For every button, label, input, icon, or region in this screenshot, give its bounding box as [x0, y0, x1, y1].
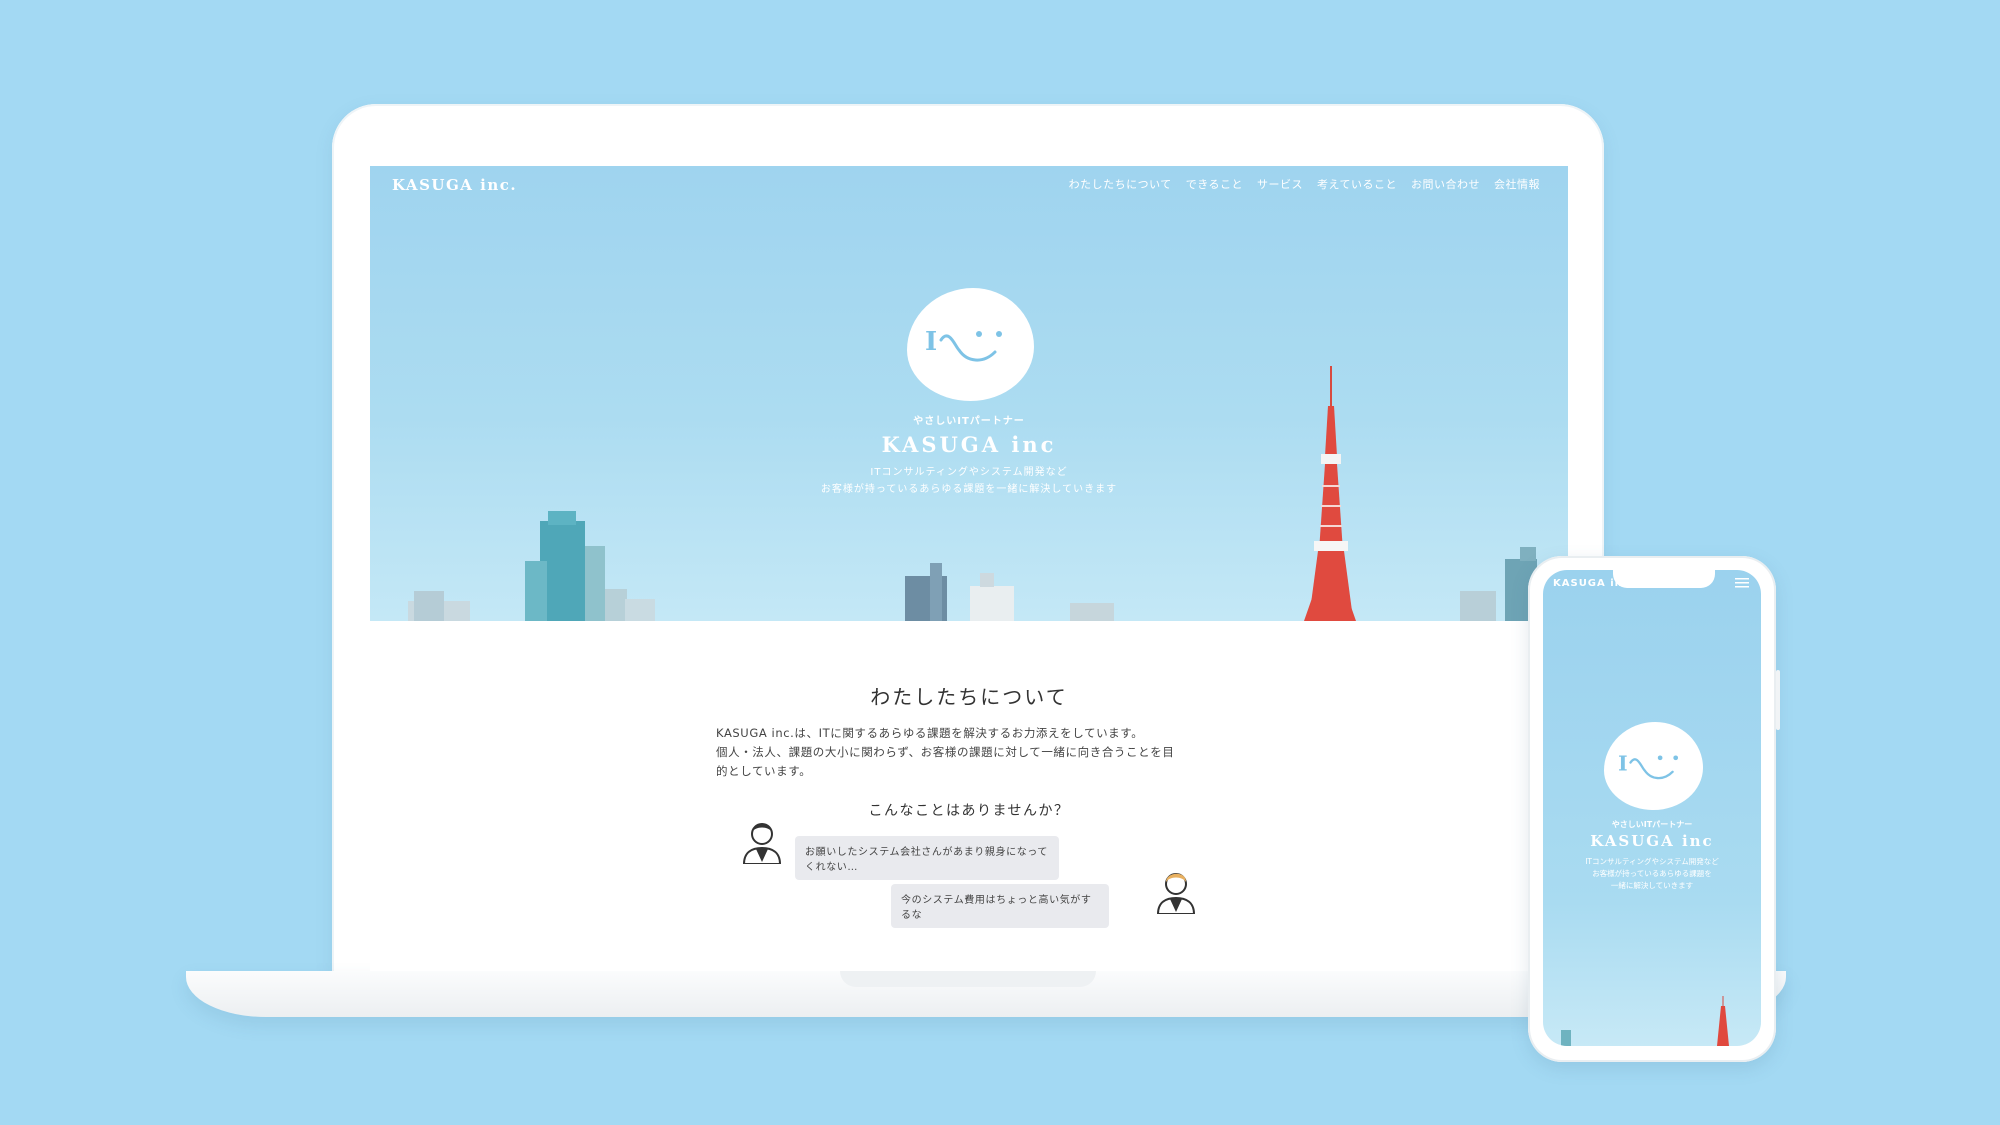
smile-logo-icon: I: [907, 288, 1034, 401]
nav-item-contact[interactable]: お問い合わせ: [1411, 176, 1480, 192]
hamburger-menu-icon[interactable]: [1735, 578, 1749, 588]
site-logo[interactable]: KASUGA inc.: [392, 176, 517, 194]
phone-description: ITコンサルティングやシステム開発など お客様が持っているあらゆる課題を 一緒に…: [1543, 856, 1761, 892]
nav-item-services[interactable]: サービス: [1257, 176, 1303, 192]
hero-description-line1: ITコンサルティングやシステム開発など: [870, 467, 1068, 478]
about-title: わたしたちについて: [870, 685, 1068, 709]
phone-skyline: [1561, 996, 1729, 1046]
hero-tagline: やさしいITパートナー: [913, 416, 1025, 427]
svg-text:I: I: [925, 327, 937, 357]
hero-description: ITコンサルティングやシステム開発など お客様が持っているあらゆる課題を一緒に解…: [370, 464, 1568, 498]
phone-company: KASUGA inc: [1590, 832, 1714, 850]
speech-bubble-2: 今のシステム費用はちょっと高い気がするな: [891, 884, 1109, 928]
phone-description-line3: 一緒に解決していきます: [1610, 881, 1694, 890]
about-body: KASUGA inc.は、ITに関するあらゆる課題を解決するお力添えをしています…: [716, 724, 1226, 781]
smile-logo-icon: I: [1604, 722, 1703, 810]
laptop-screen: KASUGA inc. わたしたちについて できること サービス 考えていること…: [370, 166, 1568, 971]
hero-description-line2: お客様が持っているあらゆる課題を一緒に解決していきます: [820, 484, 1118, 495]
about-body-line2: 個人・法人、課題の大小に関わらず、お客様の課題に対して一緒に向き合うことを目: [716, 745, 1175, 759]
main-nav: わたしたちについて できること サービス 考えていること お問い合わせ 会社情報: [1069, 176, 1540, 192]
about-question: こんなことはありませんか？: [868, 803, 1070, 819]
laptop-notch: [840, 971, 1096, 987]
svg-text:I: I: [1618, 751, 1627, 775]
phone-side-button: [1776, 670, 1780, 730]
phone-description-line1: ITコンサルティングやシステム開発など: [1585, 857, 1719, 866]
about-body-line3: 的としています。: [716, 764, 812, 778]
speech-bubble-1: お願いしたシステム会社さんがあまり親身になってくれない…: [795, 836, 1059, 880]
about-body-line1: KASUGA inc.は、ITに関するあらゆる課題を解決するお力添えをしています…: [716, 726, 1144, 740]
phone-screen: KASUGA inc. I やさしいITパートナー KASUGA inc ITコ…: [1543, 570, 1761, 1046]
nav-item-thoughts[interactable]: 考えていること: [1317, 176, 1397, 192]
businessman-icon: [742, 823, 782, 864]
phone-notch: [1613, 566, 1715, 588]
phone-tagline: やさしいITパートナー: [1611, 820, 1693, 829]
businessman-icon: [1156, 873, 1196, 914]
nav-item-capabilities[interactable]: できること: [1186, 176, 1243, 192]
phone-description-line2: お客様が持っているあらゆる課題を: [1592, 869, 1712, 878]
hero-company: KASUGA inc: [881, 432, 1057, 457]
hero-section: KASUGA inc. わたしたちについて できること サービス 考えていること…: [370, 166, 1568, 621]
nav-item-about[interactable]: わたしたちについて: [1069, 176, 1172, 192]
city-skyline: [408, 491, 1537, 621]
nav-item-company[interactable]: 会社情報: [1494, 176, 1540, 192]
